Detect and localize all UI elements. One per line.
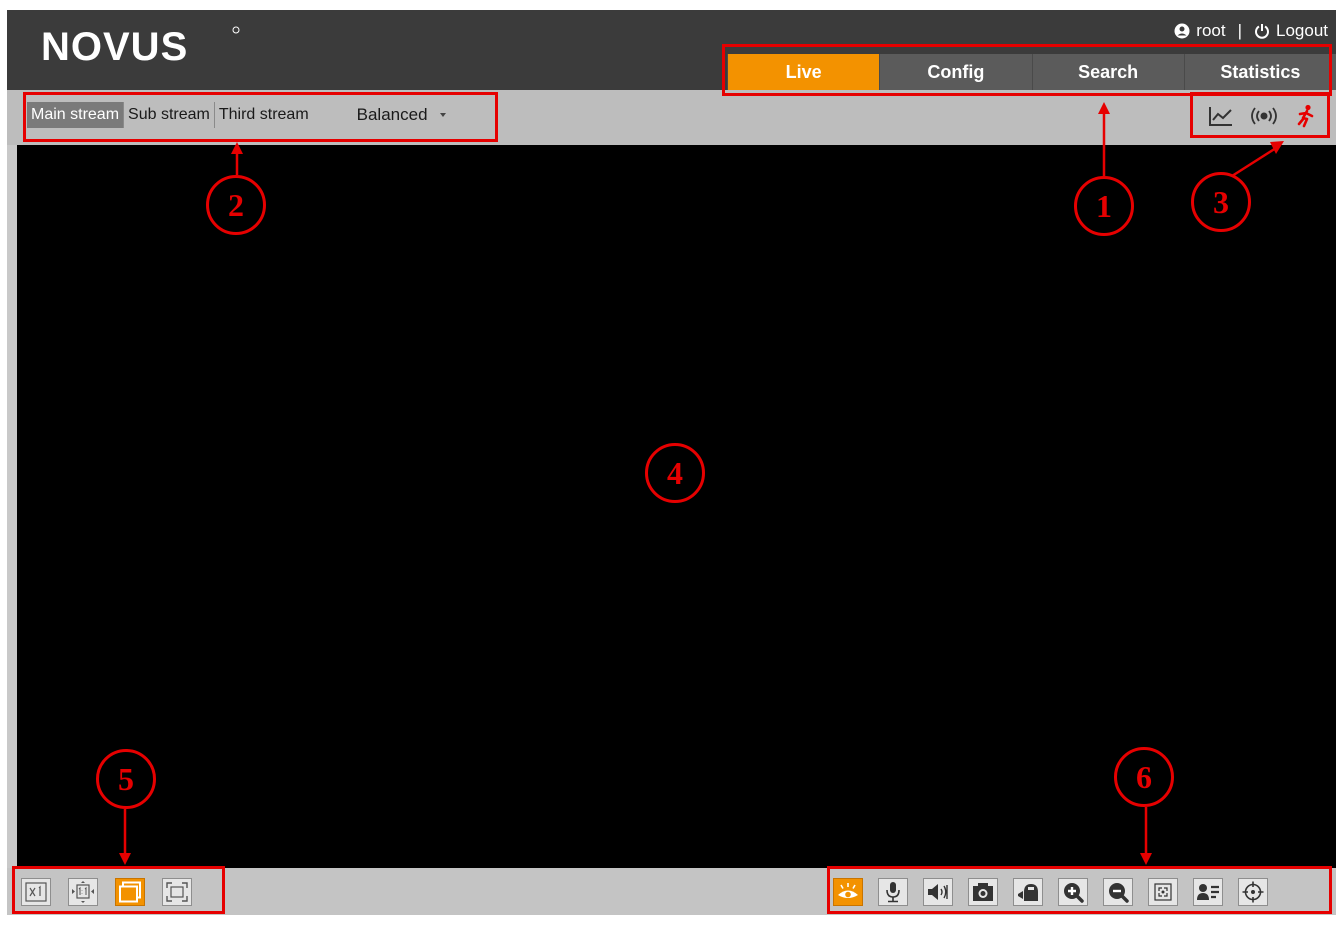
record-button[interactable]: [1013, 878, 1043, 906]
novus-logo: NOVUS: [41, 25, 240, 68]
quality-value: Balanced: [356, 105, 428, 124]
tab-statistics[interactable]: Statistics: [1183, 54, 1336, 90]
stream-tab-third[interactable]: Third stream: [215, 102, 313, 128]
annotation-circle-4: 4: [645, 443, 705, 503]
focus-button[interactable]: [1148, 878, 1178, 906]
annotation-circle-3: 3: [1191, 172, 1251, 232]
view-tools: [21, 878, 192, 906]
tab-search[interactable]: Search: [1031, 54, 1184, 90]
snapshot-icon: [973, 883, 993, 901]
chart-icon[interactable]: [1208, 105, 1234, 127]
ptz-target-icon: [1242, 881, 1264, 903]
logout-link[interactable]: Logout: [1276, 21, 1328, 41]
tab-config[interactable]: Config: [879, 54, 1032, 90]
original-size-button[interactable]: [21, 878, 51, 906]
bottom-toolbar: [7, 868, 1336, 915]
stream-bar: Main stream Sub stream Third stream Bala…: [7, 90, 1336, 145]
annotation-circle-6: 6: [1114, 747, 1174, 807]
fullscreen-icon: [166, 882, 188, 902]
zoom-out-icon: [1109, 883, 1129, 903]
microphone-button[interactable]: [878, 878, 908, 906]
annotation-circle-2: 2: [206, 175, 266, 235]
snapshot-button[interactable]: [968, 878, 998, 906]
svg-text:NOVUS: NOVUS: [41, 25, 188, 68]
stream-selector: Main stream Sub stream Third stream Bala…: [27, 102, 446, 128]
live-tools: [833, 878, 1268, 906]
stream-tab-sub[interactable]: Sub stream: [124, 102, 215, 128]
original-size-icon: [25, 882, 47, 902]
stretch-icon: [119, 881, 141, 903]
stretch-button[interactable]: [115, 878, 145, 906]
speaker-button[interactable]: [923, 878, 953, 906]
live-view-button[interactable]: [833, 878, 863, 906]
alarm-signal-icon[interactable]: [1248, 106, 1280, 126]
ptz-target-button[interactable]: [1238, 878, 1268, 906]
record-icon: [1018, 884, 1038, 901]
username: root: [1196, 21, 1226, 40]
user-area: root | Logout: [1174, 21, 1328, 41]
chevron-down-icon: [439, 113, 446, 117]
focus-icon: [1154, 883, 1172, 901]
quality-select[interactable]: Balanced: [357, 105, 446, 125]
motion-detection-icon[interactable]: [1294, 104, 1318, 128]
zoom-in-button[interactable]: [1058, 878, 1088, 906]
face-detection-icon: [1197, 884, 1219, 900]
speaker-icon: [928, 884, 948, 900]
user-icon: [1174, 23, 1190, 39]
tab-live[interactable]: Live: [727, 54, 880, 90]
fullscreen-button[interactable]: [162, 878, 192, 906]
microphone-icon: [886, 882, 900, 903]
user-separator: |: [1237, 21, 1242, 40]
fit-window-icon: [72, 881, 94, 903]
stream-tab-main[interactable]: Main stream: [27, 102, 125, 128]
zoom-in-icon: [1064, 883, 1084, 903]
power-icon[interactable]: [1254, 23, 1270, 39]
main-tabs: Live Config Search Statistics: [727, 54, 1336, 90]
face-detection-button[interactable]: [1193, 878, 1223, 906]
live-view-icon: [838, 883, 858, 898]
header-bar: NOVUS root | Logout Live Config Search S…: [7, 10, 1336, 90]
zoom-out-button[interactable]: [1103, 878, 1133, 906]
status-icons: [1208, 104, 1318, 128]
fit-window-button[interactable]: [68, 878, 98, 906]
annotation-circle-5: 5: [96, 749, 156, 809]
annotation-circle-1: 1: [1074, 176, 1134, 236]
